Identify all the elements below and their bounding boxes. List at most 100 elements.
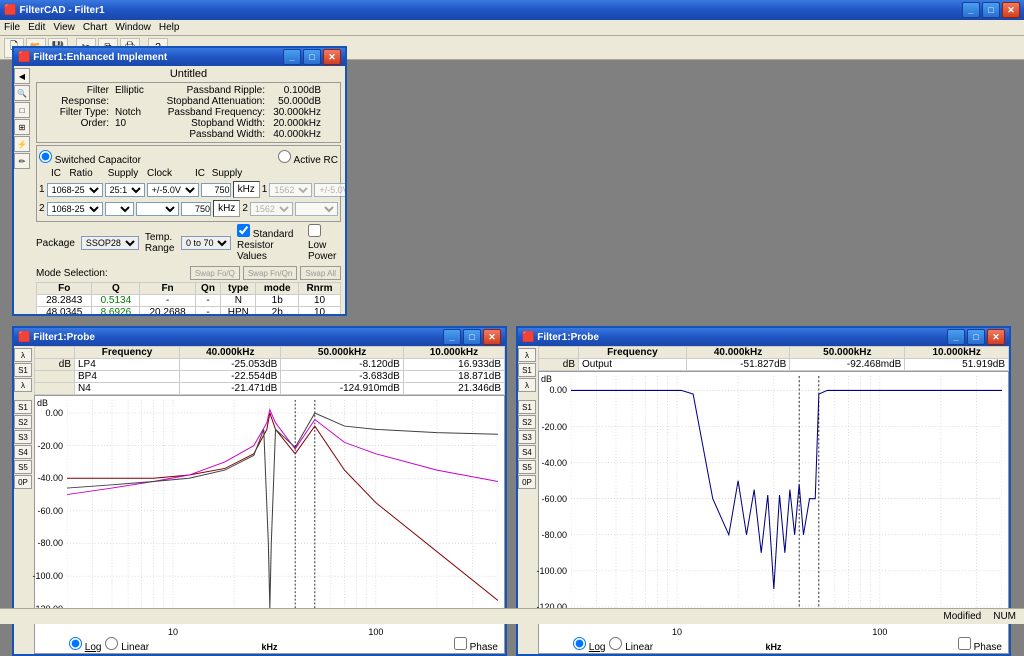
select-button[interactable]: □ [14, 102, 30, 118]
p1-log[interactable]: Log [69, 637, 101, 653]
p2-close[interactable]: ✕ [987, 329, 1005, 345]
lbl-pfreq: Passband Frequency: [165, 107, 265, 118]
lbl-ripple: Passband Ripple: [165, 85, 265, 96]
stage-table: FoQFnQntypemodeRnrm 28.28430.5134--N1b10… [36, 282, 341, 314]
arrow-button[interactable]: ✏ [14, 153, 30, 169]
p1-close[interactable]: ✕ [483, 329, 501, 345]
radio-active[interactable]: Active RC [278, 150, 338, 166]
impl-min[interactable]: _ [283, 49, 301, 65]
probe2-titlebar[interactable]: 🟥 Filter1:Probe _ □ ✕ [518, 328, 1009, 346]
app-titlebar: 🟥 FilterCAD - Filter1 _ □ ✕ [0, 0, 1024, 20]
lowpower-check[interactable]: Low Power [308, 224, 341, 262]
p1-max[interactable]: □ [463, 329, 481, 345]
impl-close[interactable]: ✕ [323, 49, 341, 65]
implement-titlebar[interactable]: 🟥 Filter1:Enhanced Implement _ □ ✕ [14, 48, 345, 66]
menubar: File Edit View Chart Window Help [0, 20, 1024, 36]
p1-table: Frequency40.000kHz50.000kHz10.000kHz dBL… [34, 346, 505, 395]
p2-c[interactable]: λ [518, 378, 536, 392]
implement-title: Filter1:Enhanced Implement [33, 52, 167, 63]
supply2-select[interactable] [136, 202, 179, 216]
menu-view[interactable]: View [53, 22, 75, 33]
unit2: kHz [213, 200, 240, 217]
p2-lin[interactable]: Linear [609, 637, 653, 653]
p2-b[interactable]: S1 [518, 363, 536, 377]
val-order: 10 [115, 118, 155, 129]
p1-lin[interactable]: Linear [105, 637, 149, 653]
p1-e[interactable]: S2 [14, 415, 32, 429]
p2-e[interactable]: S2 [518, 415, 536, 429]
clock1-input[interactable] [201, 183, 231, 197]
implement-window: 🟥 Filter1:Enhanced Implement _ □ ✕ ◀ 🔍 □… [12, 46, 347, 316]
supply1-select[interactable]: +/-5.0V [147, 183, 199, 197]
swap-fnqn[interactable]: Swap Fn/Qn [243, 266, 297, 280]
menu-edit[interactable]: Edit [28, 22, 45, 33]
schem-button[interactable]: ⚡ [14, 136, 30, 152]
menu-chart[interactable]: Chart [83, 22, 107, 33]
lbl-pwidth: Passband Width: [165, 129, 265, 140]
impl-max[interactable]: □ [303, 49, 321, 65]
menu-file[interactable]: File [4, 22, 20, 33]
p1-min[interactable]: _ [443, 329, 461, 345]
p1-h[interactable]: S5 [14, 460, 32, 474]
mdi-area: 🟥 Filter1:Enhanced Implement _ □ ✕ ◀ 🔍 □… [0, 60, 1024, 608]
p2-max[interactable]: □ [967, 329, 985, 345]
maximize-button[interactable]: □ [982, 2, 1000, 18]
swap-foq[interactable]: Swap Fo/Q [190, 266, 240, 280]
part-button[interactable]: ⊞ [14, 119, 30, 135]
val-response: Elliptic [115, 85, 155, 107]
val-ripple: 0.100dB [271, 85, 321, 96]
lbl-atten: Stopband Attenuation: [165, 96, 265, 107]
zoom-button[interactable]: 🔍 [14, 85, 30, 101]
ic2-select[interactable]: 1068-25 [47, 202, 103, 216]
impl-side-toolbar: ◀ 🔍 □ ⊞ ⚡ ✏ [14, 66, 32, 314]
p2-h[interactable]: S5 [518, 460, 536, 474]
app-title: FilterCAD - Filter1 [20, 5, 105, 16]
p2-g[interactable]: S4 [518, 445, 536, 459]
p1-f[interactable]: S3 [14, 430, 32, 444]
p2-min[interactable]: _ [947, 329, 965, 345]
p1-xlabel: kHz [261, 642, 277, 652]
menu-help[interactable]: Help [159, 22, 180, 33]
probe1-title: Filter1:Probe [33, 332, 95, 343]
lbl-response: Filter Response: [39, 85, 109, 107]
p2-op[interactable]: 0P [518, 475, 536, 489]
probe2-window: 🟥 Filter1:Probe _ □ ✕ λ S1 λ S1 S2 S3 S4… [516, 326, 1011, 656]
pkg-select[interactable]: SSOP28 [81, 236, 139, 250]
p2-f[interactable]: S3 [518, 430, 536, 444]
p2-d[interactable]: S1 [518, 400, 536, 414]
back-button[interactable]: ◀ [14, 68, 30, 84]
val-pwidth: 40.000kHz [271, 129, 321, 140]
p2-log[interactable]: Log [573, 637, 605, 653]
close-button[interactable]: ✕ [1002, 2, 1020, 18]
p1-c[interactable]: λ [14, 378, 32, 392]
val-type: Notch [115, 107, 155, 118]
p1-phase[interactable]: Phase [454, 637, 498, 653]
p2-a[interactable]: λ [518, 348, 536, 362]
radio-switched[interactable]: Switched Capacitor [39, 150, 141, 166]
p1-op[interactable]: 0P [14, 475, 32, 489]
trange-select[interactable]: 0 to 70 [181, 236, 231, 250]
p1-a[interactable]: λ [14, 348, 32, 362]
ic1-select[interactable]: 1068-25 [47, 183, 103, 197]
menu-window[interactable]: Window [115, 22, 151, 33]
clock2-input[interactable] [181, 202, 211, 216]
probe2-title: Filter1:Probe [537, 332, 599, 343]
ic2r-select: 1562 [250, 202, 293, 216]
ratio2-select[interactable] [105, 202, 134, 216]
lbl-type: Filter Type: [39, 107, 109, 118]
ratio1-select[interactable]: 25:1 [105, 183, 145, 197]
probe1-window: 🟥 Filter1:Probe _ □ ✕ λ S1 λ S1 S2 S3 S4… [12, 326, 507, 656]
p1-g[interactable]: S4 [14, 445, 32, 459]
p2-phase[interactable]: Phase [958, 637, 1002, 653]
lbl-swidth: Stopband Width: [165, 118, 265, 129]
val-atten: 50.000dB [271, 96, 321, 107]
swap-all[interactable]: Swap All [300, 266, 341, 280]
val-pfreq: 30.000kHz [271, 107, 321, 118]
status-num: NUM [993, 611, 1016, 622]
sup1r-select: +/-5.0V [314, 183, 345, 197]
p1-d[interactable]: S1 [14, 400, 32, 414]
srv-check[interactable]: Standard Resistor Values [237, 224, 302, 262]
p1-b[interactable]: S1 [14, 363, 32, 377]
minimize-button[interactable]: _ [962, 2, 980, 18]
probe1-titlebar[interactable]: 🟥 Filter1:Probe _ □ ✕ [14, 328, 505, 346]
